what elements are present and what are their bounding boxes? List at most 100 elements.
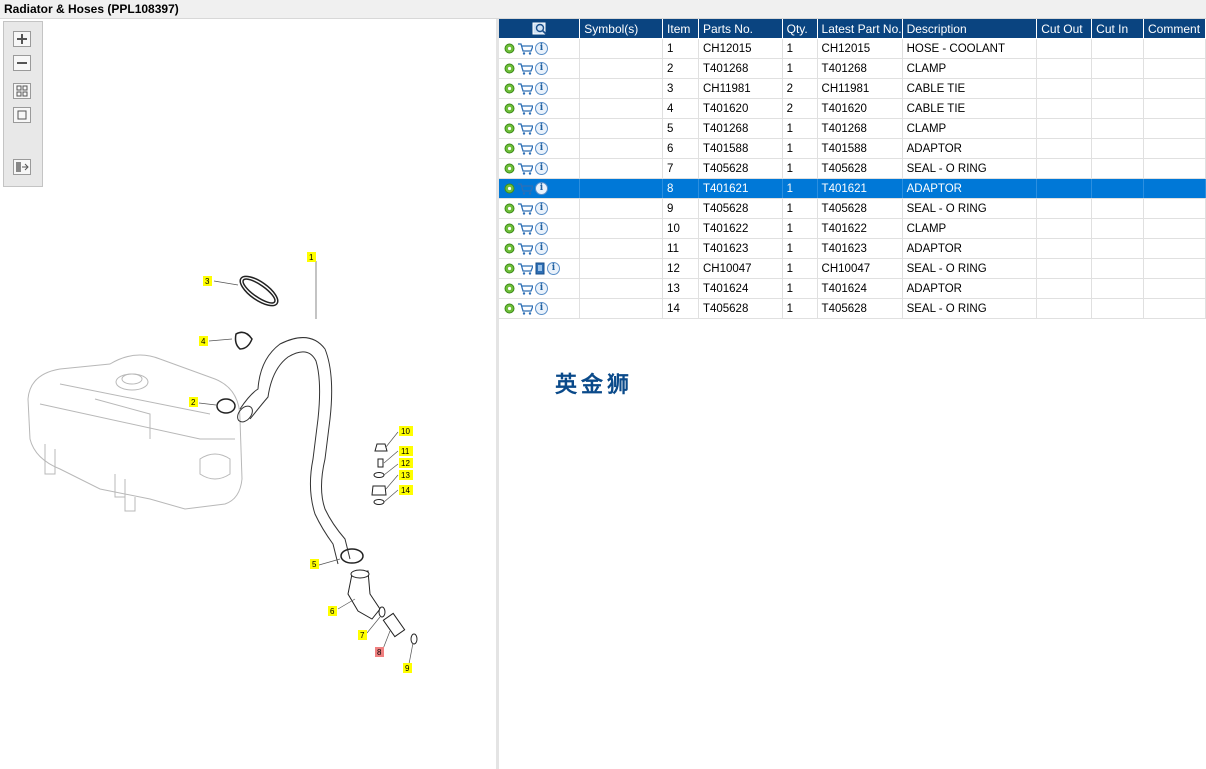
table-row[interactable]: i 12 CH10047 1 CH10047 SEAL - O RING [499, 258, 1206, 279]
cell-cut-in [1091, 258, 1145, 279]
column-header-part-no[interactable]: Parts No. [698, 19, 783, 39]
table-row[interactable]: i 4 T401620 2 T401620 CABLE TIE [499, 98, 1206, 119]
table-row[interactable]: i 1 CH12015 1 CH12015 HOSE - COOLANT [499, 38, 1206, 59]
info-icon[interactable]: i [535, 182, 548, 195]
cell-cut-in [1091, 178, 1145, 199]
cart-icon[interactable] [517, 162, 533, 175]
column-header-latest-part-no[interactable]: Latest Part No. [817, 19, 903, 39]
info-icon[interactable]: i [535, 62, 548, 75]
gear-icon[interactable] [504, 83, 515, 94]
cart-icon[interactable] [517, 82, 533, 95]
table-row[interactable]: i 13 T401624 1 T401624 ADAPTOR [499, 278, 1206, 299]
cart-icon[interactable] [517, 102, 533, 115]
column-header-search[interactable] [499, 19, 581, 39]
info-icon[interactable]: i [535, 142, 548, 155]
table-row[interactable]: i 2 T401268 1 T401268 CLAMP [499, 58, 1206, 79]
cell-description: CLAMP [902, 218, 1038, 239]
table-row[interactable]: i 14 T405628 1 T405628 SEAL - O RING [499, 298, 1206, 319]
cart-icon[interactable] [517, 222, 533, 235]
column-header-item[interactable]: Item [662, 19, 699, 39]
table-row[interactable]: i 3 CH11981 2 CH11981 CABLE TIE [499, 78, 1206, 99]
row-actions-cell: i [499, 98, 581, 119]
info-icon[interactable]: i [535, 82, 548, 95]
callout-7-label: 7 [360, 631, 365, 640]
gear-icon[interactable] [504, 103, 515, 114]
table-row[interactable]: i 5 T401268 1 T401268 CLAMP [499, 118, 1206, 139]
info-icon[interactable]: i [535, 42, 548, 55]
gear-icon[interactable] [504, 183, 515, 194]
cart-icon[interactable] [517, 242, 533, 255]
cell-part-no: T401624 [698, 278, 783, 299]
cart-icon[interactable] [517, 202, 533, 215]
diagram-pane[interactable]: 1 2 3 4 5 6 7 8 9 10 11 12 13 14 [0, 19, 496, 769]
info-icon[interactable]: i [535, 202, 548, 215]
cell-item: 12 [662, 258, 699, 279]
cell-cut-out [1036, 178, 1093, 199]
cell-cut-in [1091, 58, 1145, 79]
gear-icon[interactable] [504, 43, 515, 54]
cell-cut-out [1036, 78, 1093, 99]
gear-icon[interactable] [504, 203, 515, 214]
cell-cut-in [1091, 218, 1145, 239]
table-row[interactable]: i 8 T401621 1 T401621 ADAPTOR [499, 178, 1206, 199]
gear-icon[interactable] [504, 123, 515, 134]
cell-item: 9 [662, 198, 699, 219]
gear-icon[interactable] [504, 143, 515, 154]
gear-icon[interactable] [504, 63, 515, 74]
cart-icon[interactable] [517, 302, 533, 315]
info-icon[interactable]: i [547, 262, 560, 275]
column-header-symbols[interactable]: Symbol(s) [579, 19, 664, 39]
cell-comment [1143, 198, 1206, 219]
table-row[interactable]: i 10 T401622 1 T401622 CLAMP [499, 218, 1206, 239]
cart-icon[interactable] [517, 42, 533, 55]
cell-qty: 1 [782, 158, 818, 179]
cell-latest-part-no: T401622 [817, 218, 903, 239]
gear-icon[interactable] [504, 223, 515, 234]
info-icon[interactable]: i [535, 302, 548, 315]
cell-qty: 1 [782, 258, 818, 279]
info-icon[interactable]: i [535, 122, 548, 135]
gear-icon[interactable] [504, 283, 515, 294]
cart-icon[interactable] [517, 122, 533, 135]
cell-qty: 2 [782, 98, 818, 119]
row-actions-cell: i [499, 38, 581, 59]
column-header-description[interactable]: Description [902, 19, 1038, 39]
document-icon[interactable] [535, 262, 545, 275]
cell-comment [1143, 258, 1206, 279]
gear-icon[interactable] [504, 303, 515, 314]
cart-icon[interactable] [517, 142, 533, 155]
column-header-comment[interactable]: Comment [1143, 19, 1206, 39]
callout-6-label: 6 [330, 607, 335, 616]
callout-11-label: 11 [401, 447, 410, 456]
row-actions-cell: i [499, 158, 581, 179]
table-row[interactable]: i 11 T401623 1 T401623 ADAPTOR [499, 238, 1206, 259]
column-header-cut-out[interactable]: Cut Out [1036, 19, 1093, 39]
cell-description: HOSE - COOLANT [902, 38, 1038, 59]
info-icon[interactable]: i [535, 282, 548, 295]
info-icon[interactable]: i [535, 222, 548, 235]
cell-latest-part-no: T401623 [817, 238, 903, 259]
column-header-qty[interactable]: Qty. [782, 19, 818, 39]
table-row[interactable]: i 9 T405628 1 T405628 SEAL - O RING [499, 198, 1206, 219]
cell-part-no: T401588 [698, 138, 783, 159]
gear-icon[interactable] [504, 263, 515, 274]
table-row[interactable]: i 7 T405628 1 T405628 SEAL - O RING [499, 158, 1206, 179]
cart-icon[interactable] [517, 262, 533, 275]
cell-description: CABLE TIE [902, 98, 1038, 119]
info-icon[interactable]: i [535, 242, 548, 255]
cell-symbols [579, 198, 664, 219]
gear-icon[interactable] [504, 243, 515, 254]
cell-description: ADAPTOR [902, 178, 1038, 199]
cart-icon[interactable] [517, 282, 533, 295]
info-icon[interactable]: i [535, 162, 548, 175]
info-icon[interactable]: i [535, 102, 548, 115]
row-actions-cell: i [499, 78, 581, 99]
cart-icon[interactable] [517, 182, 533, 195]
cell-item: 14 [662, 298, 699, 319]
table-row[interactable]: i 6 T401588 1 T401588 ADAPTOR [499, 138, 1206, 159]
gear-icon[interactable] [504, 163, 515, 174]
cell-cut-in [1091, 198, 1145, 219]
column-header-cut-in[interactable]: Cut In [1091, 19, 1145, 39]
cell-comment [1143, 178, 1206, 199]
cart-icon[interactable] [517, 62, 533, 75]
